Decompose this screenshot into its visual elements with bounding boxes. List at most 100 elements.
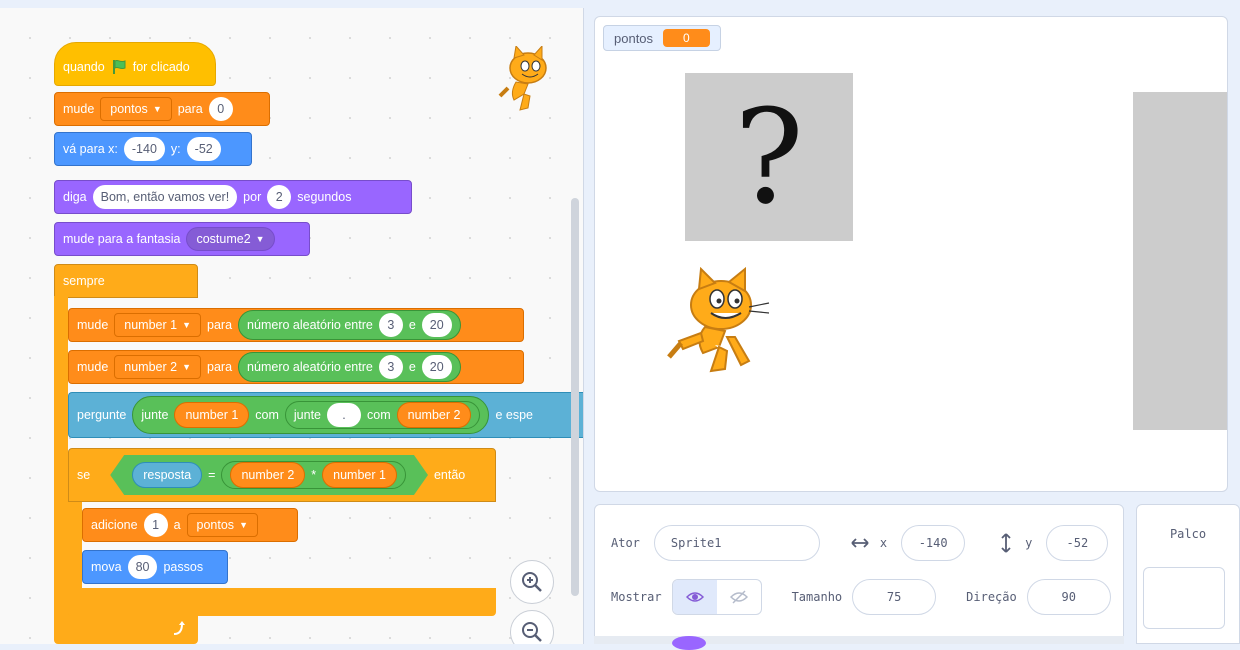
move-steps-block[interactable]: mova 80 passos xyxy=(82,550,228,584)
sprite-name-field[interactable]: Sprite1 xyxy=(653,525,820,561)
gray-box-sprite[interactable] xyxy=(1133,92,1227,430)
join-operator[interactable]: junte number 1 com junte . com number 2 xyxy=(132,396,490,434)
variable-name: pontos xyxy=(196,518,235,532)
if-then-block[interactable]: se resposta = number 2 * number 1 então xyxy=(68,448,496,502)
variable-dropdown[interactable]: number 2 ▼ xyxy=(114,355,202,379)
forever-block[interactable]: sempre xyxy=(54,264,198,298)
when-flag-clicked-block[interactable]: quando for clicado xyxy=(54,42,216,86)
random-to-input[interactable]: 20 xyxy=(421,355,452,379)
size-field[interactable]: 75 xyxy=(852,579,937,615)
variable-dropdown[interactable]: pontos ▼ xyxy=(100,97,172,121)
zoom-in-button[interactable] xyxy=(510,560,554,604)
sprite-selection-indicator xyxy=(672,636,706,650)
variable-dropdown[interactable]: number 1 ▼ xyxy=(114,313,202,337)
costume-dropdown[interactable]: costume2 ▼ xyxy=(186,227,275,251)
y-input[interactable]: -52 xyxy=(186,137,221,161)
monitor-value: 0 xyxy=(663,29,710,47)
equals-operator[interactable]: resposta = number 2 * number 1 xyxy=(110,455,428,495)
set-label: mude xyxy=(77,360,109,374)
zoom-out-button[interactable] xyxy=(510,610,554,644)
variable-monitor-pontos: pontos 0 xyxy=(603,25,721,51)
equals-label: = xyxy=(208,468,216,482)
random-label: número aleatório entre xyxy=(247,318,373,332)
y-arrows-icon xyxy=(1001,533,1011,553)
hide-sprite-button[interactable] xyxy=(717,580,761,614)
random-operator[interactable]: número aleatório entre 3 e 20 xyxy=(238,310,461,340)
join-operator-inner[interactable]: junte . com number 2 xyxy=(284,401,481,429)
cat-sprite[interactable] xyxy=(665,267,775,377)
hat-clicked-label: for clicado xyxy=(132,60,190,74)
y-label: y xyxy=(1025,536,1033,550)
change-points-block[interactable]: adicione 1 a pontos ▼ xyxy=(82,508,298,542)
set-label: mude xyxy=(63,102,95,116)
loop-arrow-icon xyxy=(173,621,185,635)
x-position-field[interactable]: -140 xyxy=(901,525,966,561)
dropdown-arrow-icon: ▼ xyxy=(239,520,248,530)
stage-selector-panel[interactable]: Palco xyxy=(1136,504,1240,644)
to-label: para xyxy=(177,102,203,116)
random-operator[interactable]: número aleatório entre 3 e 20 xyxy=(238,352,461,382)
dropdown-arrow-icon: ▼ xyxy=(255,234,265,244)
show-label: Mostrar xyxy=(611,590,662,604)
show-sprite-button[interactable] xyxy=(672,580,717,614)
message-input[interactable]: Bom, então vamos ver! xyxy=(92,185,238,209)
join-text-input[interactable]: . xyxy=(327,403,362,427)
switch-costume-block[interactable]: mude para a fantasia costume2 ▼ xyxy=(54,222,310,256)
number2-reporter[interactable]: number 2 xyxy=(396,402,472,428)
set-label: mude xyxy=(77,318,109,332)
direction-label: Direção xyxy=(966,590,1017,604)
say-label: diga xyxy=(63,190,87,204)
steps-input[interactable]: 80 xyxy=(127,555,158,579)
variable-name: number 1 xyxy=(124,318,178,332)
set-number2-block[interactable]: mude number 2 ▼ para número aleatório ent… xyxy=(68,350,524,384)
to-label: para xyxy=(207,360,233,374)
join-label: junte xyxy=(141,408,169,422)
code-area[interactable]: quando for clicado mude pontos ▼ para 0 v… xyxy=(0,8,584,644)
dropdown-arrow-icon: ▼ xyxy=(152,104,162,114)
x-input[interactable]: -140 xyxy=(123,137,165,161)
variable-name: number 2 xyxy=(124,360,178,374)
size-label: Tamanho xyxy=(791,590,843,604)
seconds-input[interactable]: 2 xyxy=(267,185,292,209)
ask-and-wait-block[interactable]: pergunte junte number 1 com junte . com … xyxy=(68,392,583,438)
number2-reporter[interactable]: number 2 xyxy=(230,462,305,488)
forever-label: sempre xyxy=(63,274,105,288)
value-input[interactable]: 0 xyxy=(208,97,233,121)
seconds-label: segundos xyxy=(297,190,352,204)
random-label: número aleatório entre xyxy=(247,360,373,374)
and-wait-label: e espe xyxy=(495,408,533,422)
random-to-input[interactable]: 20 xyxy=(421,313,452,337)
random-from-input[interactable]: 3 xyxy=(378,313,403,337)
set-number1-block[interactable]: mude number 1 ▼ para número aleatório ent… xyxy=(68,308,524,342)
stage-thumbnail[interactable] xyxy=(1143,567,1225,629)
answer-reporter[interactable]: resposta xyxy=(132,462,202,488)
eye-icon xyxy=(685,592,704,602)
goto-xy-block[interactable]: vá para x: -140 y: -52 xyxy=(54,132,252,166)
number1-reporter[interactable]: number 1 xyxy=(322,462,397,488)
change-value-input[interactable]: 1 xyxy=(143,513,168,537)
question-mark-sprite[interactable]: ? xyxy=(685,73,853,241)
monitor-label: pontos xyxy=(614,30,654,46)
set-points-block[interactable]: mude pontos ▼ para 0 xyxy=(54,92,270,126)
stage[interactable]: pontos 0 ? xyxy=(594,16,1228,492)
for-label: por xyxy=(243,190,262,204)
move-label: mova xyxy=(91,560,122,574)
vertical-scrollbar[interactable] xyxy=(571,198,579,596)
visibility-toggle[interactable] xyxy=(671,579,762,615)
direction-field[interactable]: 90 xyxy=(1026,579,1111,615)
hat-when-label: quando xyxy=(63,60,105,74)
number1-reporter[interactable]: number 1 xyxy=(174,402,250,428)
multiply-label: * xyxy=(311,468,317,482)
stage-selector-title: Palco xyxy=(1169,527,1207,541)
say-for-secs-block[interactable]: diga Bom, então vamos ver! por 2 segundo… xyxy=(54,180,412,214)
y-position-field[interactable]: -52 xyxy=(1046,525,1109,561)
forever-arm xyxy=(54,296,68,636)
multiply-operator[interactable]: number 2 * number 1 xyxy=(221,461,406,489)
x-arrows-icon xyxy=(851,538,869,548)
with-label: com xyxy=(367,408,391,422)
costume-name: costume2 xyxy=(196,232,251,246)
sprite-label: Ator xyxy=(611,536,640,550)
random-from-input[interactable]: 3 xyxy=(378,355,403,379)
switch-costume-label: mude para a fantasia xyxy=(63,232,181,246)
variable-dropdown[interactable]: pontos ▼ xyxy=(186,513,258,537)
